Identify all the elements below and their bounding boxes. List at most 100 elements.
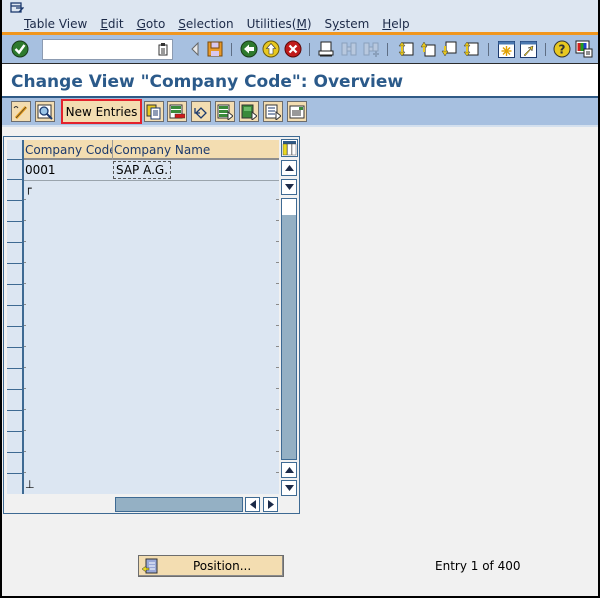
undo-change-icon <box>194 106 207 119</box>
undo-change-button[interactable] <box>191 101 211 122</box>
position-button-label: Position... <box>193 559 252 573</box>
row-gridline-tick <box>276 325 279 326</box>
select-block-icon <box>241 104 257 120</box>
scroll-right-button[interactable] <box>263 497 278 512</box>
scroll-down-button[interactable] <box>281 179 297 195</box>
row-selector[interactable] <box>7 349 22 369</box>
table-control: Company Code Company Name 0001 SAP A.G. … <box>3 136 300 514</box>
row-selector[interactable] <box>7 391 22 411</box>
row-gridline-tick <box>24 430 26 431</box>
scroll-page-up-button[interactable] <box>281 462 297 478</box>
row-gridline-tick <box>276 346 279 347</box>
row-gridline-tick <box>24 241 26 242</box>
arrow-left-icon <box>249 500 256 509</box>
find-icon[interactable] <box>340 40 358 58</box>
create-shortcut-icon[interactable] <box>519 40 537 58</box>
scroll-left-button[interactable] <box>245 497 260 512</box>
copy-as-button[interactable] <box>144 101 164 122</box>
row-gridline-tick <box>24 367 26 368</box>
details-button[interactable] <box>35 101 55 122</box>
next-page-icon[interactable] <box>440 40 458 58</box>
display-change-button[interactable] <box>11 101 31 122</box>
vertical-scroll-thumb[interactable] <box>282 199 296 215</box>
delete-button[interactable] <box>167 101 187 122</box>
command-field[interactable] <box>42 39 173 60</box>
print-icon[interactable] <box>317 40 335 58</box>
menu-system[interactable]: System <box>325 17 370 31</box>
back-icon[interactable] <box>240 40 258 58</box>
select-all-button[interactable] <box>215 101 235 122</box>
arrow-down-icon <box>284 184 294 190</box>
customize-layout-icon[interactable] <box>575 40 593 58</box>
row-selector[interactable] <box>7 286 22 306</box>
row-selector[interactable] <box>7 328 22 348</box>
new-entries-button[interactable]: New Entries <box>61 99 142 124</box>
vertical-scroll-track[interactable] <box>281 198 297 460</box>
select-block-button[interactable] <box>239 101 259 122</box>
back-arrow-icon[interactable] <box>186 40 204 58</box>
horizontal-scroll-track[interactable] <box>115 497 243 512</box>
display-change-icon <box>13 105 28 119</box>
row-gridline-tick <box>24 262 26 263</box>
find-next-icon[interactable] <box>362 40 380 58</box>
row-gridline-tick <box>24 283 26 284</box>
menu-table-view[interactable]: Table View <box>24 17 87 31</box>
command-history-icon[interactable] <box>158 43 168 56</box>
deselect-all-icon <box>265 104 281 120</box>
row-gridline-tick <box>276 304 279 305</box>
menu-bar: Table View Edit Goto Selection Utilities… <box>2 0 598 35</box>
row-gridline-tick <box>24 325 26 326</box>
row-selector-column <box>7 140 24 494</box>
first-page-icon[interactable] <box>397 40 415 58</box>
enter-icon[interactable] <box>11 40 29 58</box>
row-selector[interactable] <box>7 412 22 432</box>
row-selector[interactable] <box>7 307 22 327</box>
cancel-icon[interactable] <box>284 40 302 58</box>
exit-icon[interactable] <box>262 40 280 58</box>
scroll-page-down-button[interactable] <box>281 480 297 496</box>
save-icon[interactable] <box>206 40 224 58</box>
menu-goto[interactable]: Goto <box>137 17 166 31</box>
table-settings-button[interactable] <box>281 139 298 157</box>
row-selector[interactable] <box>7 454 22 474</box>
row-gridline-tick <box>276 430 279 431</box>
details-icon <box>37 104 53 120</box>
menu-edit[interactable]: Edit <box>100 17 123 31</box>
table-header: Company Code Company Name <box>24 140 279 160</box>
row-gridline-tick <box>276 451 279 452</box>
menu-selection[interactable]: Selection <box>178 17 233 31</box>
cell-company-name[interactable]: SAP A.G. <box>113 161 172 179</box>
row-selector[interactable] <box>7 202 22 222</box>
previous-page-icon[interactable] <box>419 40 437 58</box>
print-field-list-icon <box>289 105 305 118</box>
help-icon[interactable]: ? <box>553 40 571 58</box>
row-selector[interactable] <box>7 265 22 285</box>
row-selector[interactable] <box>7 433 22 453</box>
table-row[interactable]: 0001 SAP A.G. <box>24 160 279 181</box>
last-page-icon[interactable] <box>462 40 480 58</box>
select-all-rows-button[interactable] <box>7 140 22 160</box>
row-selector[interactable] <box>7 160 22 180</box>
row-selector[interactable] <box>7 244 22 264</box>
row-selector[interactable] <box>7 370 22 390</box>
position-button[interactable]: Position... <box>138 555 284 577</box>
menu-utilities[interactable]: Utilities(M) <box>247 17 312 31</box>
system-menu-icon[interactable] <box>10 2 24 14</box>
vertical-scrollbar[interactable] <box>281 160 298 496</box>
arrow-right-icon <box>267 500 274 509</box>
row-gridline-tick <box>24 472 26 473</box>
new-session-icon[interactable] <box>497 40 515 58</box>
row-selector[interactable] <box>7 181 22 201</box>
print-field-list-button[interactable] <box>287 101 307 122</box>
command-input[interactable] <box>43 40 155 59</box>
column-config-icon <box>282 141 297 156</box>
deselect-all-button[interactable] <box>263 101 283 122</box>
column-header-company-code[interactable]: Company Code <box>24 140 113 160</box>
menu-help[interactable]: Help <box>382 17 409 31</box>
row-gridline-tick <box>24 451 26 452</box>
scroll-up-button[interactable] <box>281 160 297 176</box>
cell-cursor-bottom: ⊥ <box>25 478 35 491</box>
column-header-company-name[interactable]: Company Name <box>113 140 279 160</box>
row-selector[interactable] <box>7 223 22 243</box>
cell-company-code[interactable]: 0001 <box>24 160 56 180</box>
